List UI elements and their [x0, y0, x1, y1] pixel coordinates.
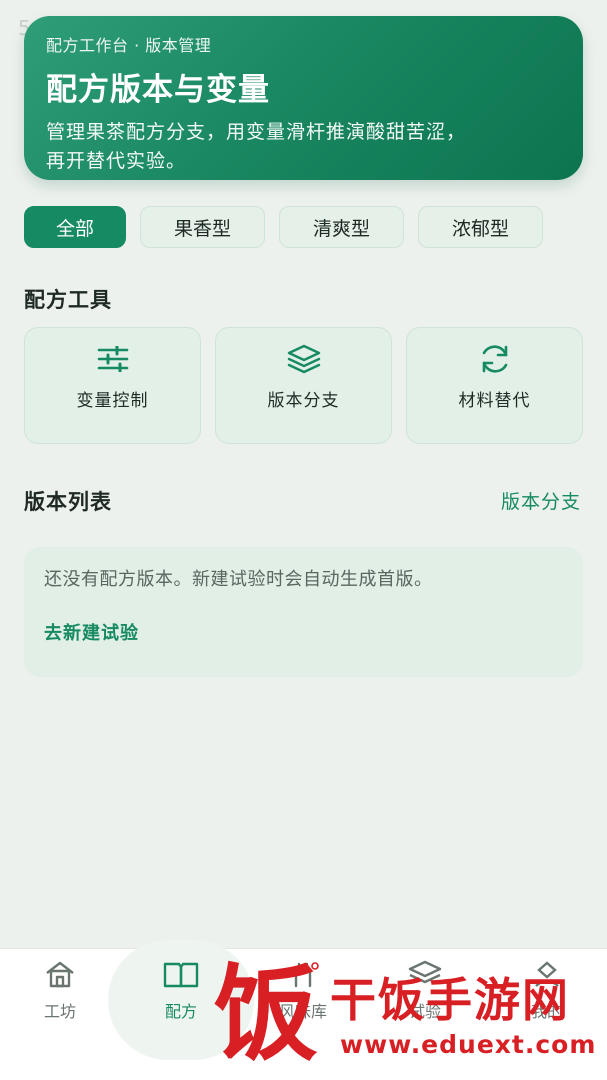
book-icon — [162, 960, 200, 992]
tool-card-version-branch[interactable]: 版本分支 — [215, 327, 392, 444]
empty-state-card: 还没有配方版本。新建试验时会自动生成首版。 去新建试验 — [24, 547, 583, 677]
filter-chips: 全部 果香型 清爽型 浓郁型 — [24, 206, 543, 248]
watermark: 饭 干饭手游网 www.eduext.com — [210, 950, 600, 1070]
layers-icon — [287, 342, 321, 376]
svg-text:饭: 饭 — [214, 953, 318, 1070]
description-line-1: 管理果茶配方分支，用变量滑杆推演酸甜苦涩， — [46, 121, 467, 143]
tool-label-material-substitute: 材料替代 — [458, 391, 531, 411]
breadcrumb: 配方工作台 · 版本管理 — [46, 36, 212, 55]
tool-card-variable-control[interactable]: 变量控制 — [24, 327, 201, 444]
home-icon — [44, 960, 76, 992]
filter-chip-fresh[interactable]: 清爽型 — [279, 206, 404, 248]
new-experiment-link[interactable]: 去新建试验 — [44, 619, 563, 645]
header-banner: 配方工作台 · 版本管理 配方版本与变量 管理果茶配方分支，用变量滑杆推演酸甜苦… — [24, 16, 583, 180]
watermark-brand: 干饭手游网 — [330, 973, 570, 1027]
page-description: 管理果茶配方分支，用变量滑杆推演酸甜苦涩， 再开替代实验。 — [46, 118, 561, 176]
filter-chip-fruity[interactable]: 果香型 — [140, 206, 265, 248]
watermark-url: www.eduext.com — [340, 1030, 597, 1059]
watermark-logo: 饭 — [214, 953, 318, 1070]
tool-label-variable-control: 变量控制 — [76, 391, 149, 411]
tool-cards: 变量控制 版本分支 材料替代 — [24, 327, 583, 444]
tools-section-title: 配方工具 — [24, 288, 112, 312]
tab-label-recipes: 配方 — [164, 1002, 197, 1021]
tool-card-material-substitute[interactable]: 材料替代 — [406, 327, 583, 444]
tool-label-version-branch: 版本分支 — [267, 391, 340, 411]
sliders-icon — [96, 342, 130, 376]
empty-state-text: 还没有配方版本。新建试验时会自动生成首版。 — [44, 569, 433, 590]
tab-workshop[interactable]: 工坊 — [12, 960, 108, 1030]
filter-chip-all[interactable]: 全部 — [24, 206, 126, 248]
versions-section-title: 版本列表 — [24, 490, 112, 514]
refresh-icon — [478, 342, 512, 376]
version-branch-link[interactable]: 版本分支 — [501, 487, 581, 514]
filter-chip-rich[interactable]: 浓郁型 — [418, 206, 543, 248]
description-line-2: 再开替代实验。 — [46, 150, 187, 172]
page-title: 配方版本与变量 — [46, 72, 270, 108]
tab-label-workshop: 工坊 — [43, 1002, 76, 1021]
